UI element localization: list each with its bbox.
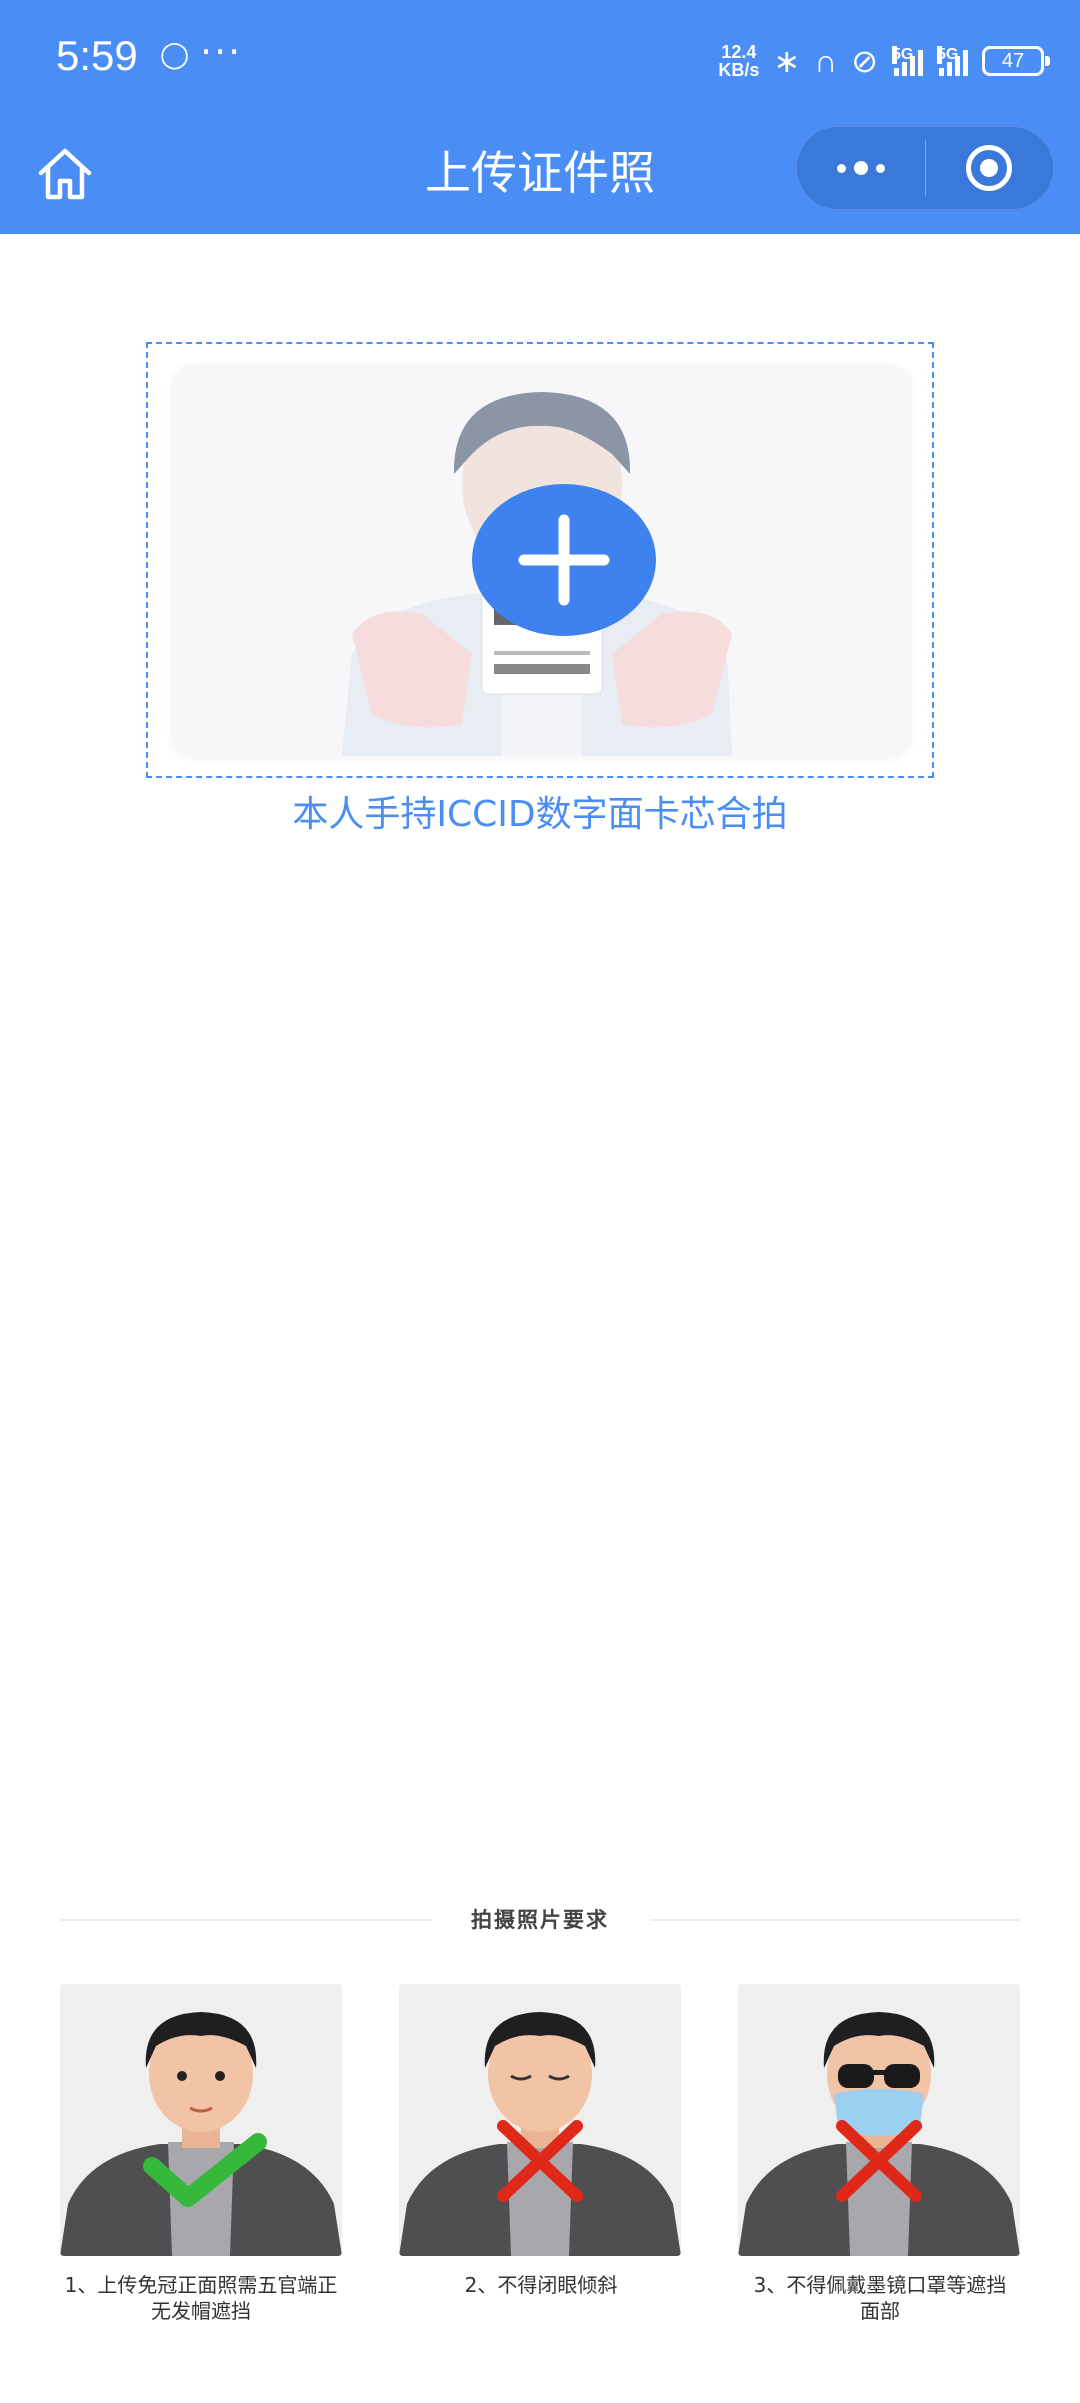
add-photo-button[interactable] — [472, 484, 656, 636]
status-time: 5:59 — [56, 32, 138, 79]
status-bar: 5:59 ◯ ··· 12.4 KB/s ∗ ∩ ⊘ 5G 5G 47 — [0, 0, 1080, 120]
close-button[interactable] — [926, 126, 1054, 210]
network-speed-unit: KB/s — [718, 60, 760, 80]
id-photo-upload-area[interactable] — [146, 342, 934, 778]
requirement-label-2: 2、不得闭眼倾斜 — [371, 2272, 711, 2298]
requirement-example-1 — [60, 1984, 342, 2256]
requirement-example-3 — [738, 1984, 1020, 2256]
requirement-2-line-1: 2、不得闭眼倾斜 — [464, 2273, 618, 2297]
status-more-icon: ··· — [200, 30, 243, 74]
requirement-label-3: 3、不得佩戴墨镜口罩等遮挡 面部 — [710, 2272, 1050, 2324]
notification-icon: ◯ — [160, 40, 190, 70]
battery-icon: 47 — [982, 46, 1050, 76]
title-bar: 上传证件照 — [0, 120, 1080, 234]
upload-placeholder — [172, 364, 912, 756]
bluetooth-icon: ∗ — [773, 43, 801, 79]
signal-2-icon: 5G — [937, 46, 968, 76]
divider-right — [650, 1919, 1020, 1921]
eyes-closed-illustration — [399, 2012, 681, 2256]
earbuds-icon: ∩ — [814, 42, 838, 79]
upload-caption: 本人手持ICCID数字面卡芯合拍 — [292, 794, 788, 835]
plus-icon — [518, 514, 610, 606]
signal-1-icon: 5G — [892, 46, 923, 76]
correct-face-illustration — [60, 2012, 342, 2256]
requirement-example-2 — [399, 1984, 681, 2256]
more-dots-icon — [836, 161, 885, 175]
signal-1-label: 5G — [892, 46, 914, 64]
requirement-1-line-1: 1、上传免冠正面照需五官端正 — [64, 2273, 338, 2297]
requirement-3-line-2: 面部 — [860, 2299, 900, 2323]
top-bar: 5:59 ◯ ··· 12.4 KB/s ∗ ∩ ⊘ 5G 5G 47 上传证件… — [0, 0, 1080, 234]
more-button[interactable] — [797, 126, 925, 210]
requirement-1-line-2: 无发帽遮挡 — [151, 2299, 251, 2323]
close-target-icon — [966, 145, 1013, 191]
network-speed-value: 12.4 — [721, 42, 757, 62]
requirement-3-line-1: 3、不得佩戴墨镜口罩等遮挡 — [753, 2273, 1007, 2297]
requirements-header: 拍摄照片要求 — [60, 1900, 1020, 1940]
mute-icon: ⊘ — [851, 43, 878, 79]
battery-level: 47 — [1001, 49, 1025, 72]
signal-2-label: 5G — [937, 46, 959, 64]
requirement-label-1: 1、上传免冠正面照需五官端正 无发帽遮挡 — [31, 2272, 371, 2324]
sunglasses-mask-illustration — [738, 2012, 1020, 2256]
mini-program-capsule — [796, 126, 1054, 210]
network-speed: 12.4 KB/s — [718, 43, 759, 79]
status-right-group: 12.4 KB/s ∗ ∩ ⊘ 5G 5G 47 — [718, 36, 1050, 86]
